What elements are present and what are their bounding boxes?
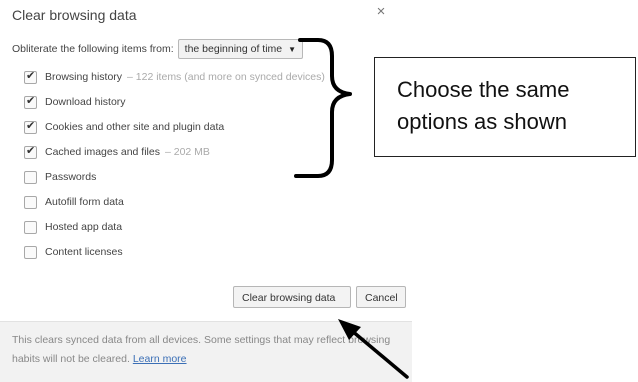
callout-text: Choose the same options as shown bbox=[397, 77, 570, 134]
right-curly-brace-icon bbox=[294, 38, 352, 178]
instruction-callout: Choose the same options as shown bbox=[374, 57, 636, 157]
arrow-icon bbox=[338, 319, 409, 379]
